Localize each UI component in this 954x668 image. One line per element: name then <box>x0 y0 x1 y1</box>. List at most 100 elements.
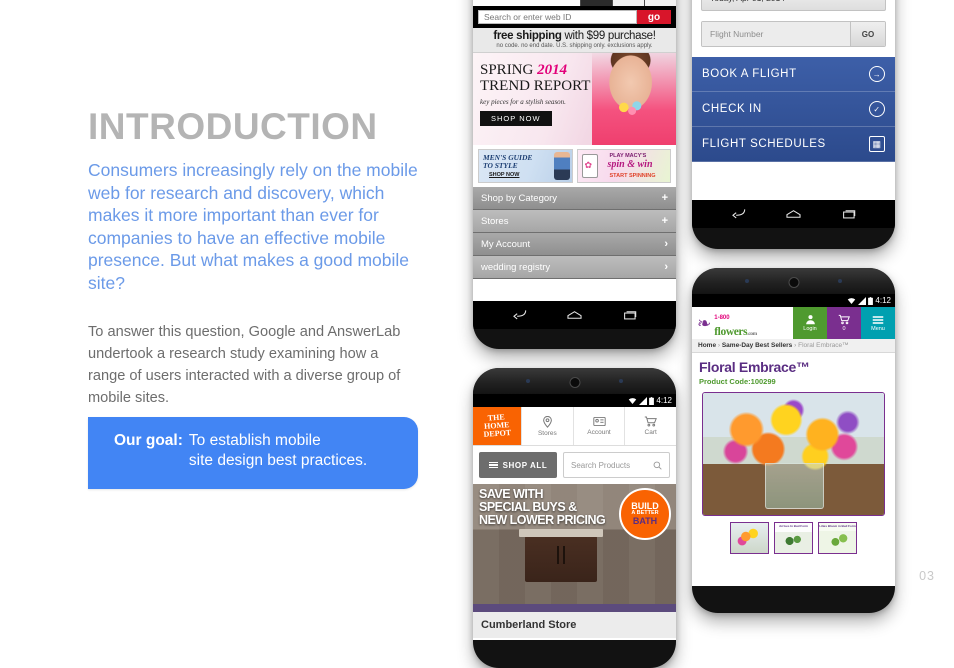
search-placeholder: Search Products <box>571 460 631 470</box>
status-time: 4:12 <box>875 295 891 305</box>
brand-main: flowers <box>714 326 748 338</box>
banner-rest: with $99 purchase! <box>561 30 656 42</box>
phone-bezel-top <box>692 268 895 294</box>
search-input[interactable]: Search or enter web ID <box>478 10 637 24</box>
light-sensor-icon <box>838 279 843 283</box>
nav-check-in[interactable]: CHECK IN ✓ <box>692 92 895 127</box>
home-icon[interactable] <box>566 309 583 321</box>
hero-model-image <box>592 53 676 145</box>
hamburger-menu-icon[interactable] <box>612 0 644 6</box>
go-button[interactable]: go <box>637 10 671 24</box>
free-shipping-banner: free shipping with $99 purchase! no code… <box>473 28 676 53</box>
android-status-bar: 4:12 <box>692 294 895 307</box>
header-cart-button[interactable]: Cart <box>624 407 676 445</box>
store-name[interactable]: Cumberland Store <box>473 612 676 638</box>
back-arrow-icon[interactable] <box>510 309 527 321</box>
header-account-button[interactable]: Account <box>572 407 625 445</box>
flowers-screen: 4:12 ❧ 1-800 flowers.com Login 0 Menu Ho… <box>692 294 895 586</box>
thumbnail-1[interactable] <box>730 522 769 554</box>
header-label: Account <box>587 429 611 436</box>
menu-row-wedding-registry[interactable]: wedding registry › <box>473 256 676 279</box>
phone-airline: CHECK FLIGHT STATUS FLIGHT # | CITY › To… <box>692 0 895 249</box>
shop-all-label: SHOP ALL <box>502 460 548 470</box>
nav-label: CHECK IN <box>702 103 762 115</box>
thumb-caption <box>731 523 768 524</box>
recent-apps-icon[interactable] <box>841 208 858 220</box>
flowers-logo[interactable]: ❧ 1-800 flowers.com <box>692 307 793 339</box>
menu-row-shop-by-category[interactable]: Shop by Category + <box>473 187 676 210</box>
front-camera-icon <box>569 377 580 388</box>
home-depot-hero-banner[interactable]: SAVE WITH SPECIAL BUYS & NEW LOWER PRICI… <box>473 484 676 604</box>
go-button[interactable]: GO <box>850 22 885 46</box>
cart-count: 0 <box>842 326 846 332</box>
hero-shop-now-button[interactable]: SHOP NOW <box>480 110 552 126</box>
product-title: Floral Embrace™ <box>699 359 810 375</box>
macys-logo[interactable]: ★ macy's <box>473 0 580 6</box>
home-depot-screen: 4:12 THE HOME DEPOT Stores Account Cart … <box>473 394 676 640</box>
product-thumbnails: Arrives In Bud Form Lilies Bloom in Bud … <box>692 522 895 554</box>
arrow-right-circle-icon: → <box>869 66 885 82</box>
hero-line1-b: 2014 <box>537 62 568 78</box>
search-icon[interactable] <box>580 0 612 6</box>
battery-icon <box>868 296 874 305</box>
brand-top: 1-800 <box>714 315 730 321</box>
page-title: INTRODUCTION <box>88 106 378 147</box>
page-number: 03 <box>919 569 935 583</box>
breadcrumb: Home › Same-Day Best Sellers › Floral Em… <box>692 339 895 353</box>
menu-row-stores[interactable]: Stores + <box>473 210 676 233</box>
hero-line2: TREND REPORT <box>480 77 591 94</box>
home-depot-logo[interactable]: THE HOME DEPOT <box>473 407 521 445</box>
cart-button[interactable]: 0 <box>827 307 861 339</box>
back-arrow-icon[interactable] <box>729 208 746 220</box>
menu-button[interactable]: Menu <box>861 307 895 339</box>
home-depot-search-row: SHOP ALL Search Products <box>473 446 676 484</box>
banner-bold: free shipping <box>493 30 562 42</box>
macys-screen: ★ macy's 1 Se <box>473 0 676 301</box>
nav-flight-schedules[interactable]: FLIGHT SCHEDULES ▦ <box>692 127 895 162</box>
phone-bezel-top <box>473 368 676 394</box>
menu-row-my-account[interactable]: My Account › <box>473 233 676 256</box>
flowers-header: ❧ 1-800 flowers.com Login 0 Menu <box>692 307 895 339</box>
front-camera-icon <box>788 277 799 288</box>
goal-line-1: To establish mobile <box>188 432 321 449</box>
wifi-icon <box>629 397 637 404</box>
login-button[interactable]: Login <box>793 307 827 339</box>
goal-label: Our goal: <box>114 432 183 449</box>
search-input[interactable]: Search Products <box>563 452 670 478</box>
macys-search-row: Search or enter web ID go <box>473 6 676 28</box>
breadcrumb-category[interactable]: Same-Day Best Sellers <box>722 342 792 349</box>
shopping-cart-icon <box>644 416 658 427</box>
shop-all-button[interactable]: SHOP ALL <box>479 452 557 478</box>
light-sensor-icon <box>619 379 624 383</box>
hamburger-menu-icon <box>872 315 884 324</box>
promo-tile-mens-guide[interactable]: MEN'S GUIDE TO STYLE SHOP NOW <box>478 149 573 183</box>
macys-hero-banner[interactable]: SPRING 2014 TREND REPORT key pieces for … <box>473 53 676 145</box>
product-image[interactable] <box>702 392 885 516</box>
map-pin-icon <box>542 415 552 428</box>
phone-macys: ★ macy's 1 Se <box>473 0 676 349</box>
product-title-block: Floral Embrace™ Product Code:100299 <box>692 353 895 386</box>
thumbnail-2[interactable]: Arrives In Bud Form <box>774 522 813 554</box>
tile2-mid: spin & win <box>607 159 653 170</box>
search-icon <box>653 461 662 470</box>
chevron-down-icon: ▼ <box>870 0 877 2</box>
product-code: Product Code:100299 <box>699 377 776 386</box>
date-dropdown[interactable]: Today, Apr 01, 2014 ▼ <box>701 0 886 11</box>
vase-photo-element <box>764 463 825 509</box>
android-nav-bar <box>692 200 895 228</box>
shopping-bag-icon[interactable]: 1 <box>644 0 676 6</box>
nav-book-a-flight[interactable]: BOOK A FLIGHT → <box>692 57 895 92</box>
login-label: Login <box>803 326 817 332</box>
thumbnail-3[interactable]: Lilies Bloom in Bud Form <box>818 522 857 554</box>
promo-tile-spin-and-win[interactable]: PLAY MACY'S spin & win START SPINNING <box>576 149 671 183</box>
breadcrumb-home[interactable]: Home <box>698 342 716 349</box>
flight-number-input[interactable]: Flight Number <box>702 22 850 46</box>
header-stores-button[interactable]: Stores <box>521 407 573 445</box>
text-column: INTRODUCTION Consumers increasingly rely… <box>88 108 428 409</box>
header-label: Cart <box>644 429 657 436</box>
recent-apps-icon[interactable] <box>622 309 639 321</box>
airline-main-nav: BOOK A FLIGHT → CHECK IN ✓ FLIGHT SCHEDU… <box>692 57 895 162</box>
home-icon[interactable] <box>785 208 802 220</box>
tile2-phone-icon <box>581 154 598 178</box>
menu-label: Menu <box>871 325 885 332</box>
